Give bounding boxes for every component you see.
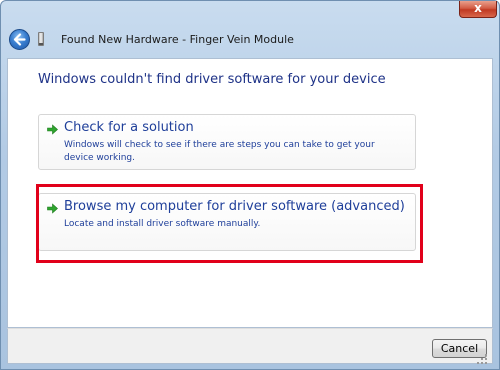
option-description: Locate and install driver software manua… [64,219,261,229]
browse-computer-option[interactable]: Browse my computer for driver software (… [38,193,416,251]
footer-bar: Cancel [7,328,493,364]
window-title: Found New Hardware - Finger Vein Module [61,33,294,46]
back-arrow-icon [13,33,26,46]
close-icon: x [474,1,482,15]
content-panel: Windows couldn't find driver software fo… [7,58,493,328]
option-title: Check for a solution [64,120,194,135]
page-heading: Windows couldn't find driver software fo… [38,72,386,87]
close-button[interactable]: x [459,1,497,18]
check-for-solution-option[interactable]: Check for a solution Windows will check … [38,114,416,170]
wizard-window: x Found New Hardware - Finger Vein Modul… [0,0,500,370]
option-title: Browse my computer for driver software (… [64,199,405,214]
resize-grip-icon[interactable] [476,353,488,365]
option-description: Windows will check to see if there are s… [64,140,375,163]
back-button[interactable] [9,29,30,50]
green-arrow-icon [47,203,58,214]
usb-device-icon [38,32,44,46]
green-arrow-icon [47,124,58,135]
